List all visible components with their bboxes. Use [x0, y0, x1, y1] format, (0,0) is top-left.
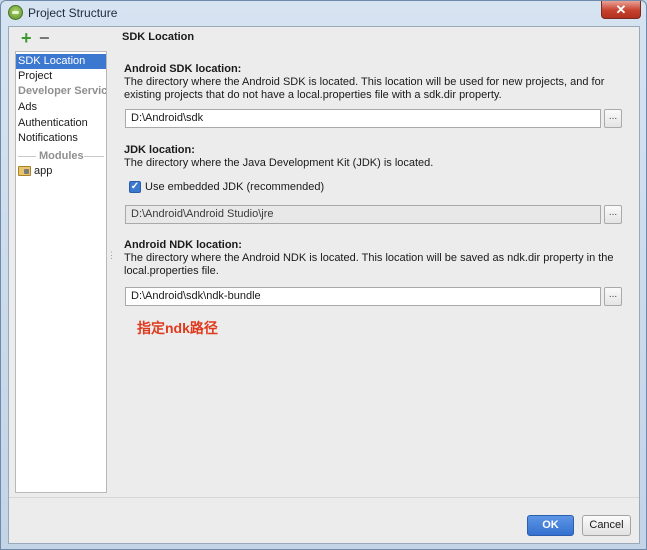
divider-line: [84, 156, 104, 157]
module-folder-icon: [18, 166, 31, 176]
sdk-location-description: The directory where the Android SDK is l…: [124, 76, 605, 101]
sidebar-item-ads[interactable]: Ads: [16, 100, 106, 115]
sdk-browse-button[interactable]: ...: [604, 109, 622, 128]
project-structure-window: Project Structure ✕ + − SDK Location Pro…: [0, 0, 647, 550]
use-embedded-jdk-label[interactable]: Use embedded JDK (recommended): [145, 181, 324, 193]
jdk-location-field: D:\Android\Android Studio\jre: [125, 205, 601, 224]
footer-divider: [9, 497, 639, 498]
dialog-body: + − SDK Location Project Developer Servi…: [8, 26, 640, 544]
ndk-browse-button[interactable]: ...: [604, 287, 622, 306]
sidebar-item-app[interactable]: app: [16, 164, 106, 179]
window-title: Project Structure: [28, 6, 118, 20]
ndk-location-label: Android NDK location:: [124, 239, 242, 251]
use-embedded-jdk-checkbox[interactable]: ✓: [129, 181, 141, 193]
modules-divider: Modules: [16, 149, 106, 164]
jdk-location-label: JDK location:: [124, 144, 195, 156]
divider-line: [18, 156, 36, 157]
sidebar: SDK Location Project Developer Servic...…: [15, 51, 107, 493]
sidebar-header-developer-services: Developer Servic...: [18, 85, 106, 97]
close-button[interactable]: ✕: [601, 1, 641, 19]
android-studio-icon: [8, 5, 23, 20]
sdk-location-label: Android SDK location:: [124, 63, 242, 75]
sidebar-item-sdk-location[interactable]: SDK Location: [16, 54, 106, 69]
page-title: SDK Location: [122, 31, 195, 43]
sidebar-item-label: app: [34, 165, 53, 177]
remove-icon[interactable]: −: [39, 29, 55, 47]
sidebar-item-project[interactable]: Project: [16, 69, 106, 84]
sidebar-item-notifications[interactable]: Notifications: [16, 131, 106, 146]
sdk-location-panel: SDK Location Android SDK location: The d…: [117, 27, 633, 497]
title-bar[interactable]: Project Structure ✕: [1, 1, 646, 25]
ndk-location-field[interactable]: D:\Android\sdk\ndk-bundle: [125, 287, 601, 306]
ok-button[interactable]: OK: [527, 515, 574, 536]
sidebar-item-authentication[interactable]: Authentication: [16, 116, 106, 131]
cancel-button[interactable]: Cancel: [582, 515, 631, 536]
jdk-location-description: The directory where the Java Development…: [124, 157, 434, 169]
sdk-location-field[interactable]: D:\Android\sdk: [125, 109, 601, 128]
add-icon[interactable]: +: [21, 29, 37, 47]
ndk-path-annotation: 指定ndk路径: [137, 320, 218, 336]
ndk-location-description: The directory where the Android NDK is l…: [124, 252, 614, 277]
jdk-browse-button[interactable]: ...: [604, 205, 622, 224]
modules-header: Modules: [39, 150, 84, 162]
splitter-handle[interactable]: ⋮: [107, 251, 116, 265]
